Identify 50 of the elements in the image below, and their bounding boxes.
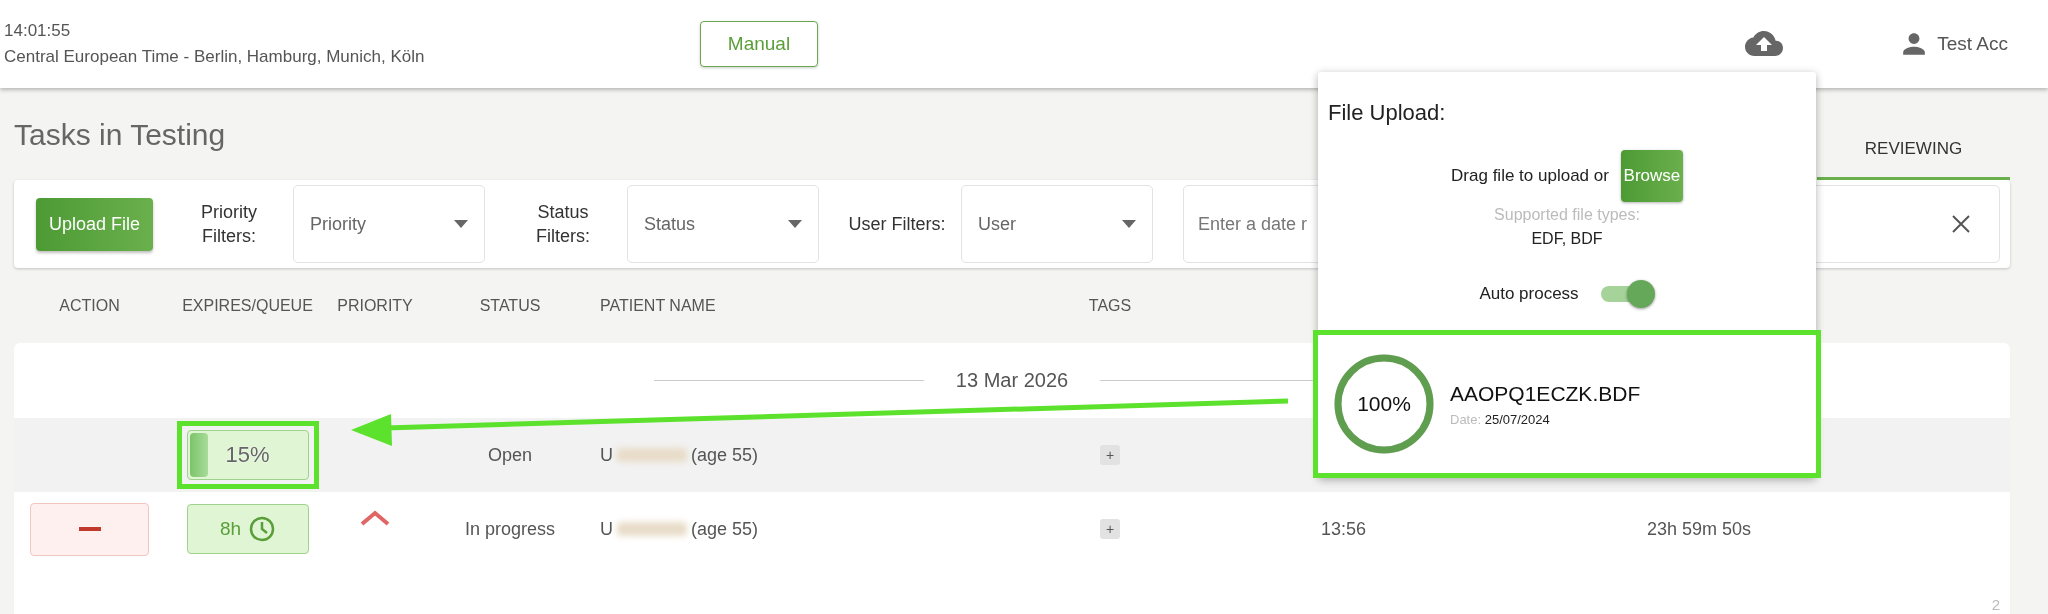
filter-label: Status Filters: bbox=[535, 200, 591, 248]
column-header: TAGS bbox=[1087, 296, 1133, 315]
close-icon[interactable] bbox=[1952, 215, 1970, 233]
browse-button[interactable]: Browse bbox=[1620, 150, 1683, 202]
caret-icon bbox=[1122, 220, 1136, 228]
file-date: Date: 25/07/2024 bbox=[1450, 411, 1551, 427]
add-tag-button[interactable]: + bbox=[1100, 445, 1120, 465]
manual-button[interactable]: Manual bbox=[700, 21, 818, 67]
auto-process-label: Auto process bbox=[1479, 284, 1579, 304]
upload-file-button[interactable]: Upload File bbox=[36, 197, 153, 251]
caret-icon bbox=[454, 220, 468, 228]
filter-label: Priority Filters: bbox=[200, 200, 258, 248]
patient-age: (age 55) bbox=[691, 518, 759, 540]
timer-pill: 8h bbox=[186, 504, 309, 554]
patient-initial: U bbox=[600, 444, 613, 466]
date-separator: 13 Mar 2026 bbox=[955, 369, 1069, 392]
column-header: PATIENT NAME bbox=[600, 296, 717, 315]
table-cell: 23h 59m 50s bbox=[1647, 518, 1752, 540]
filter-dropdown[interactable]: Status bbox=[627, 185, 819, 263]
minus-icon bbox=[78, 527, 101, 531]
progress-ring: 100% bbox=[1332, 352, 1436, 456]
toggle-switch[interactable] bbox=[1600, 280, 1655, 308]
column-header: EXPIRES/QUEUE bbox=[181, 296, 314, 315]
status-text: Open bbox=[487, 444, 532, 466]
user-icon[interactable] bbox=[1901, 31, 1928, 57]
column-header: STATUS bbox=[478, 296, 542, 315]
page-title: Tasks in Testing bbox=[14, 118, 226, 153]
patient-initial: U bbox=[600, 518, 613, 540]
column-header: PRIORITY bbox=[336, 296, 414, 315]
cloud-upload-icon[interactable] bbox=[1745, 31, 1784, 57]
table-cell: 13:56 bbox=[1321, 518, 1367, 540]
supported-types: EDF, BDF bbox=[1530, 230, 1604, 248]
filter-dropdown[interactable]: Priority bbox=[293, 185, 485, 263]
clock-time: 14:01:55 bbox=[4, 21, 72, 41]
clock-icon bbox=[249, 516, 276, 542]
file-name: AAOPQ1ECZK.BDF bbox=[1450, 381, 1641, 406]
filter-label: User Filters: bbox=[847, 212, 947, 236]
status-text: In progress bbox=[464, 518, 555, 540]
drag-hint: Drag file to upload or bbox=[1451, 166, 1609, 186]
supported-types-label: Supported file types: bbox=[1493, 206, 1641, 224]
caret-icon bbox=[788, 220, 802, 228]
popup-title: File Upload: bbox=[1327, 99, 1447, 127]
timezone-label: Central European Time - Berlin, Hamburg, Munich, Köln bbox=[4, 47, 426, 67]
progress-pill: 15% bbox=[186, 430, 309, 480]
add-tag-button[interactable]: + bbox=[1100, 519, 1120, 539]
filter-dropdown[interactable]: User bbox=[961, 185, 1153, 263]
column-header: ACTION bbox=[58, 296, 121, 315]
patient-age: (age 55) bbox=[691, 444, 759, 466]
user-name[interactable]: Test Acc bbox=[1937, 33, 2008, 55]
file-item[interactable]: 100% AAOPQ1ECZK.BDF Date: 25/07/2024 bbox=[1313, 330, 1821, 478]
